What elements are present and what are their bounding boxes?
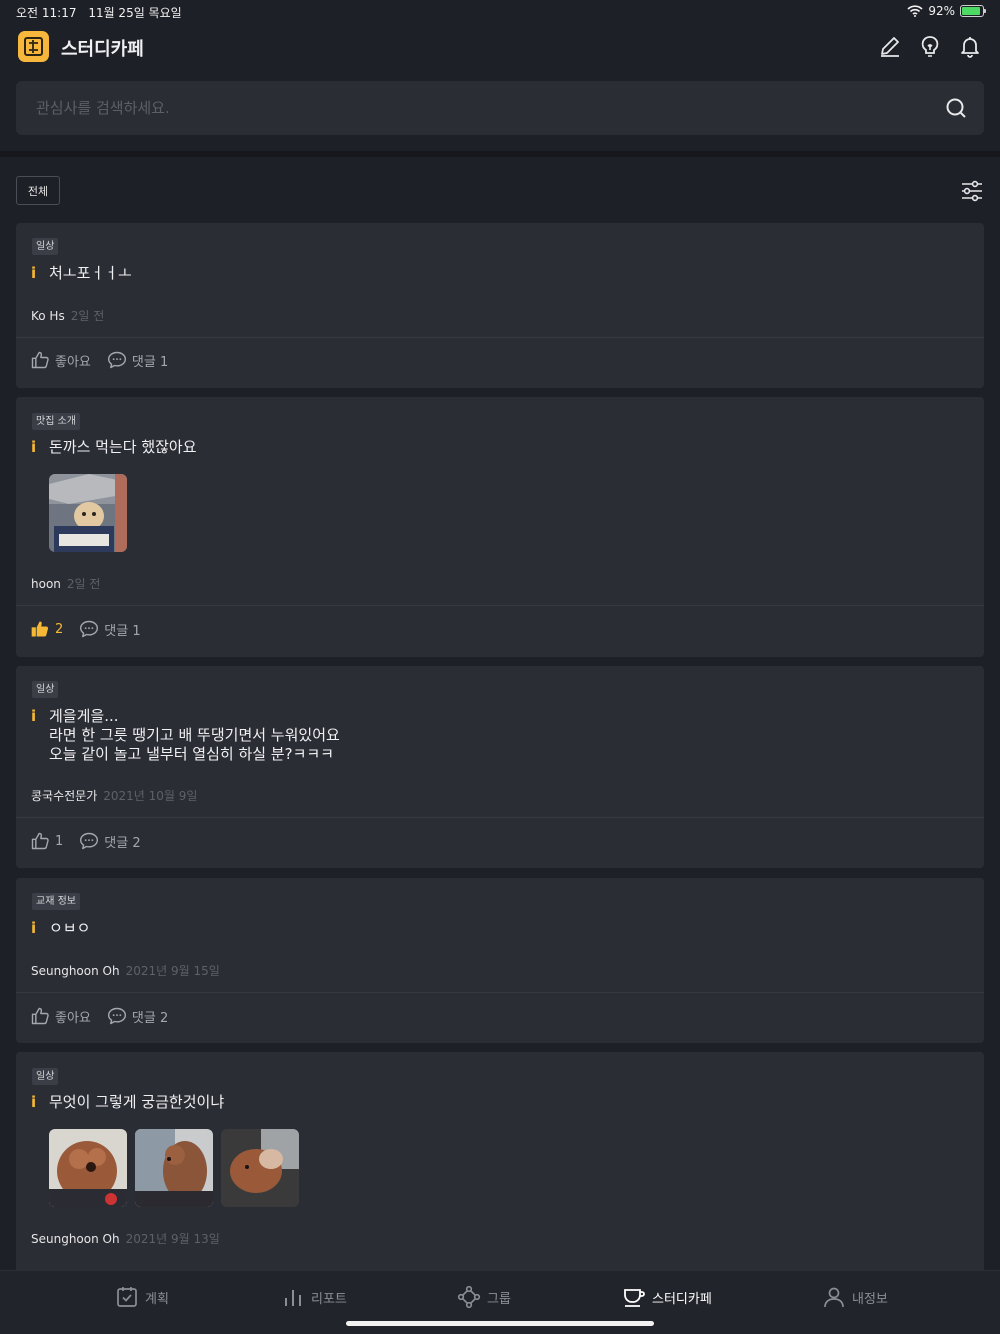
post-photo[interactable] xyxy=(135,1129,213,1207)
post-photo[interactable] xyxy=(49,474,127,552)
bar-chart-icon xyxy=(285,1290,301,1306)
thumbs-up-filled-icon xyxy=(31,621,49,637)
nav-plan[interactable]: 계획 xyxy=(115,1285,169,1309)
nav-myinfo[interactable]: 내정보 xyxy=(822,1285,888,1309)
wifi-icon xyxy=(907,5,923,17)
post-date: 2일 전 xyxy=(66,577,101,591)
battery-icon xyxy=(960,5,986,17)
comment-button[interactable]: 댓글 1 xyxy=(107,350,168,370)
like-count: 1 xyxy=(55,833,64,849)
post-card[interactable]: 일상 i 무엇이 그렇게 궁금한것이냐 Seunghoon Oh 2021년 9… xyxy=(16,1052,984,1270)
nav-label: 리포트 xyxy=(311,1291,347,1307)
logo-icon xyxy=(18,31,49,62)
like-label: 좋아요 xyxy=(55,354,91,370)
section-divider xyxy=(0,151,1000,157)
post-title[interactable]: ㅇㅂㅇ xyxy=(49,919,90,938)
post-date: 2일 전 xyxy=(70,309,105,323)
category-tag: 일상 xyxy=(32,1068,59,1085)
category-tag: 맛집 소개 xyxy=(32,413,80,430)
speech-bubble-icon xyxy=(107,351,126,369)
like-button[interactable]: 좋아요 xyxy=(30,350,91,370)
nav-studycafe[interactable]: 스터디카페 xyxy=(622,1285,712,1309)
post-card[interactable]: 교재 정보 i ㅇㅂㅇ Seunghoon Oh 2021년 9월 15일 좋아요… xyxy=(16,878,984,1043)
author-name[interactable]: Ko Hs xyxy=(31,309,65,323)
nav-label: 내정보 xyxy=(852,1291,888,1307)
info-mark: i xyxy=(31,438,37,456)
speech-bubble-icon xyxy=(80,620,99,638)
info-mark: i xyxy=(31,919,37,937)
post-date: 2021년 9월 13일 xyxy=(125,1232,220,1246)
like-label: 좋아요 xyxy=(55,1010,91,1026)
post-card[interactable]: 일상 i 처ㅗ포ㅓㅓㅗ Ko Hs 2일 전 좋아요 댓글 1 xyxy=(16,223,984,388)
post-card[interactable]: 맛집 소개 i 돈까스 먹는다 했잖아요 hoon 2일 전 2 댓글 1 xyxy=(16,397,984,657)
like-button[interactable]: 2 xyxy=(30,619,63,639)
speech-bubble-icon xyxy=(80,832,99,850)
group-icon xyxy=(457,1285,481,1309)
post-title[interactable]: 돈까스 먹는다 했잖아요 xyxy=(49,438,197,457)
post-title[interactable]: 게을게을... 라면 한 그릇 땡기고 배 뚜댕기면서 누워있어요 오늘 같이 … xyxy=(49,707,340,764)
comment-button[interactable]: 댓글 2 xyxy=(79,831,141,851)
category-tag: 교재 정보 xyxy=(32,893,80,910)
person-icon xyxy=(824,1287,844,1308)
thumbs-up-icon xyxy=(31,351,49,369)
comment-button[interactable]: 댓글 2 xyxy=(107,1006,168,1026)
lightbulb-icon[interactable] xyxy=(918,34,942,58)
coffee-cup-icon xyxy=(624,1289,645,1307)
app-title: 스터디카페 xyxy=(61,39,144,60)
comment-label: 댓글 1 xyxy=(131,354,169,370)
like-button[interactable]: 좋아요 xyxy=(30,1006,91,1026)
info-mark: i xyxy=(31,264,37,282)
info-mark: i xyxy=(31,707,37,725)
post-date: 2021년 10월 9일 xyxy=(103,789,198,803)
post-photo[interactable] xyxy=(221,1129,299,1207)
thumbs-up-icon xyxy=(31,1007,49,1025)
nav-group[interactable]: 그룹 xyxy=(457,1285,511,1309)
filter-settings-icon[interactable] xyxy=(960,179,984,203)
comment-label: 댓글 2 xyxy=(131,1010,169,1026)
bell-icon[interactable] xyxy=(958,34,982,58)
status-date: 11월 25일 목요일 xyxy=(88,6,182,20)
thumbs-up-icon xyxy=(31,832,49,850)
author-name[interactable]: Seunghoon Oh xyxy=(31,964,120,978)
comment-label: 댓글 2 xyxy=(104,835,141,851)
home-indicator xyxy=(346,1321,654,1326)
card-divider xyxy=(16,337,984,338)
comment-label: 댓글 1 xyxy=(104,623,141,639)
search-icon[interactable] xyxy=(944,96,968,120)
author-name[interactable]: hoon xyxy=(31,577,61,591)
nav-label: 그룹 xyxy=(487,1291,511,1307)
nav-label: 스터디카페 xyxy=(652,1291,712,1307)
calendar-check-icon xyxy=(117,1287,137,1307)
post-photo[interactable] xyxy=(49,1129,127,1207)
nav-label: 계획 xyxy=(145,1291,169,1307)
author-name[interactable]: 콩국수전문가 xyxy=(31,789,97,803)
search-input[interactable] xyxy=(36,81,916,135)
comment-button[interactable]: 댓글 1 xyxy=(79,619,141,639)
battery-percent: 92% xyxy=(928,4,955,18)
author-name[interactable]: Seunghoon Oh xyxy=(31,1232,120,1246)
app-header: 스터디카페 xyxy=(0,28,1000,68)
card-divider xyxy=(16,817,984,818)
category-tag: 일상 xyxy=(32,238,59,255)
info-mark: i xyxy=(31,1093,37,1111)
nav-report[interactable]: 리포트 xyxy=(281,1285,347,1309)
status-time: 오전 11:17 xyxy=(16,6,77,20)
search-bar xyxy=(16,81,984,135)
post-card[interactable]: 일상 i 게을게을... 라면 한 그릇 땡기고 배 뚜댕기면서 누워있어요 오… xyxy=(16,666,984,868)
like-count: 2 xyxy=(55,621,64,637)
post-title[interactable]: 무엇이 그렇게 궁금한것이냐 xyxy=(49,1093,224,1112)
status-bar: 오전 11:17 11월 25일 목요일 92% xyxy=(0,0,1000,24)
category-tag: 일상 xyxy=(32,681,59,698)
card-divider xyxy=(16,992,984,993)
filter-all-chip[interactable]: 전체 xyxy=(16,176,60,205)
like-button[interactable]: 1 xyxy=(30,831,63,851)
post-title[interactable]: 처ㅗ포ㅓㅓㅗ xyxy=(49,264,132,283)
card-divider xyxy=(16,605,984,606)
speech-bubble-icon xyxy=(107,1007,126,1025)
edit-icon[interactable] xyxy=(878,34,902,58)
post-date: 2021년 9월 15일 xyxy=(125,964,220,978)
